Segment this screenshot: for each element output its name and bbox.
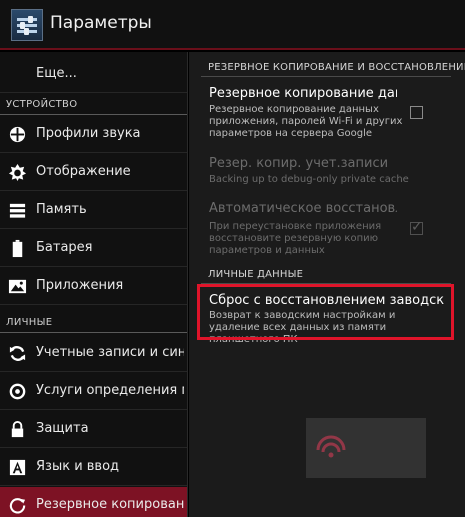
pref-summary: Резервное копирование данных приложения,… xyxy=(209,104,403,139)
pref-summary: Backing up to debug-only private cache xyxy=(209,174,409,185)
language-icon xyxy=(9,459,26,476)
pref-title: Резер. копир. учет.записи xyxy=(209,156,389,171)
section-divider xyxy=(201,76,451,77)
pref-title: Резервное копирование данны xyxy=(209,86,397,101)
sidebar-item-more[interactable]: Еще... xyxy=(0,56,187,93)
sidebar-item-label: Профили звука xyxy=(36,126,141,141)
sidebar-item-label: Защита xyxy=(36,421,89,436)
sidebar-item-apps[interactable]: Приложения xyxy=(0,268,187,305)
sidebar-section-personal: ЛИЧНЫЕ xyxy=(6,317,53,328)
sidebar-item-label: Память xyxy=(36,202,87,217)
storage-icon xyxy=(9,203,26,218)
sidebar-item-label: Учетные записи и синхр xyxy=(36,345,184,360)
backup-checkbox[interactable] xyxy=(410,106,423,119)
watermark-logo xyxy=(306,418,426,478)
sidebar-item-label: Язык и ввод xyxy=(36,459,120,474)
wifi-logo-icon xyxy=(316,435,346,458)
sidebar-item-accounts-sync[interactable]: Учетные записи и синхр xyxy=(0,335,187,372)
sidebar-item-security[interactable]: Защита xyxy=(0,411,187,448)
sidebar-item-battery[interactable]: Батарея xyxy=(0,230,187,267)
sidebar-item-location[interactable]: Услуги определения ме xyxy=(0,373,187,410)
highlight-annotation xyxy=(197,284,454,340)
sidebar-item-display[interactable]: Отображение xyxy=(0,154,187,191)
sidebar-item-label: Резервное копирование xyxy=(36,497,184,512)
settings-sidebar: Еще... УСТРОЙСТВО Профили звука Отображе… xyxy=(0,52,188,517)
sidebar-item-label: Услуги определения ме xyxy=(36,383,184,398)
sidebar-item-sound-profiles[interactable]: Профили звука xyxy=(0,116,187,153)
pref-title: Автоматическое восстановле xyxy=(209,201,397,216)
sidebar-item-storage[interactable]: Память xyxy=(0,192,187,229)
auto-restore-checkbox: ✓ xyxy=(410,219,423,235)
action-bar: Параметры xyxy=(0,0,465,50)
sound-profile-icon xyxy=(9,126,26,143)
section-header-backup: РЕЗЕРВНОЕ КОПИРОВАНИЕ И ВОССТАНОВЛЕНИЕ xyxy=(208,62,465,73)
display-icon xyxy=(8,163,27,182)
settings-sliders-icon[interactable] xyxy=(11,9,43,41)
slider-bar xyxy=(17,18,37,21)
sidebar-item-label: Батарея xyxy=(36,240,93,255)
slider-knob xyxy=(28,16,33,23)
apps-icon xyxy=(8,279,27,294)
sync-icon xyxy=(9,346,26,361)
backup-icon xyxy=(9,498,26,514)
section-divider xyxy=(0,114,187,115)
app-title: Параметры xyxy=(50,13,152,33)
section-divider xyxy=(0,332,187,333)
section-header-personal-data: ЛИЧНЫЕ ДАННЫЕ xyxy=(208,269,304,280)
sidebar-item-label: Отображение xyxy=(36,164,131,179)
pref-summary: При переустановке приложения восстановит… xyxy=(209,221,382,256)
lock-icon xyxy=(11,420,24,438)
battery-icon xyxy=(12,239,23,258)
sidebar-item-label: Еще... xyxy=(36,66,77,81)
sidebar-item-backup[interactable]: Резервное копирование xyxy=(0,487,187,517)
checkmark-icon: ✓ xyxy=(411,219,423,235)
sidebar-item-language-input[interactable]: Язык и ввод xyxy=(0,449,187,486)
slider-knob xyxy=(24,28,29,35)
location-icon xyxy=(9,383,26,400)
sidebar-section-device: УСТРОЙСТВО xyxy=(6,99,78,110)
sidebar-item-label: Приложения xyxy=(36,278,124,293)
